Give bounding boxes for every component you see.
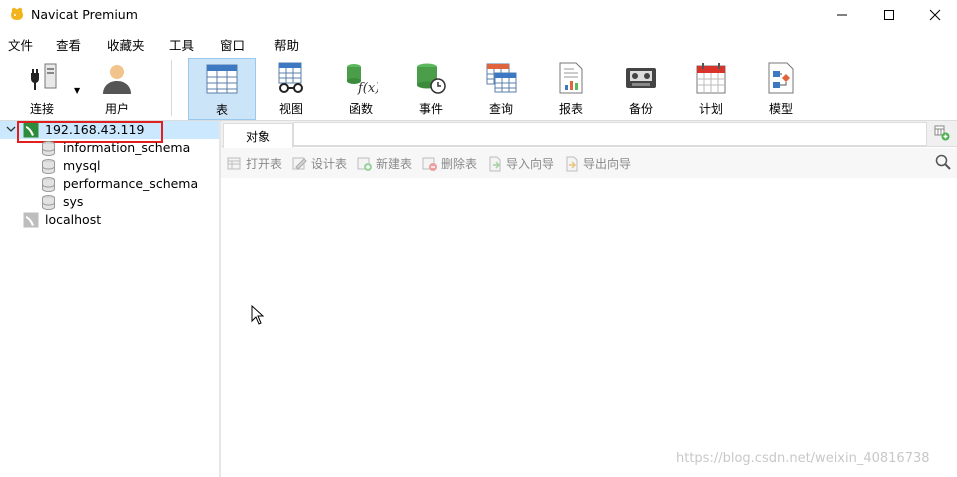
connect-label: 连接 xyxy=(29,102,54,116)
function-button[interactable]: f(x) 函数 xyxy=(328,58,394,120)
menu-window[interactable]: 窗口 xyxy=(220,35,245,54)
menu-bar: 文件 查看 收藏夹 工具 窗口 帮助 xyxy=(0,32,957,54)
delete-table-label: 删除表 xyxy=(441,157,478,171)
event-icon xyxy=(417,63,446,94)
event-label: 事件 xyxy=(418,102,443,116)
main-toolbar: 连接 ▼ 用户 表 视图 f(x 函数 事件 查询 报表 备份 计划 模型 xyxy=(0,56,957,120)
connection-label: localhost xyxy=(45,212,102,227)
connect-button[interactable]: 连接 xyxy=(9,58,75,120)
table-button[interactable]: 表 xyxy=(188,58,256,120)
tree-database-performance-schema[interactable]: performance_schema xyxy=(40,175,218,193)
calendar-icon xyxy=(696,63,726,94)
schedule-label: 计划 xyxy=(698,102,723,116)
user-icon xyxy=(103,65,131,94)
database-icon xyxy=(42,195,55,210)
close-button[interactable] xyxy=(912,0,957,30)
new-tab-icon[interactable] xyxy=(934,125,950,141)
import-icon xyxy=(489,156,501,171)
backup-label: 备份 xyxy=(628,102,653,116)
design-table-icon xyxy=(292,157,307,170)
toolbar-separator xyxy=(171,60,172,116)
report-icon xyxy=(559,62,583,94)
database-icon xyxy=(42,177,55,192)
design-table-label: 设计表 xyxy=(311,157,348,171)
design-table-button[interactable]: 设计表 xyxy=(292,155,347,172)
function-label: 函数 xyxy=(348,102,373,116)
tree-database-mysql[interactable]: mysql xyxy=(40,157,218,175)
navicat-window: Navicat Premium 文件 查看 收藏夹 工具 窗口 帮助 连接 ▼ … xyxy=(0,0,957,477)
backup-icon xyxy=(626,68,656,88)
menu-favorites[interactable]: 收藏夹 xyxy=(107,35,145,54)
object-panel: 对象 打开表 设计表 新建表 删除表 导入向导 导出向导 xyxy=(221,121,957,477)
query-icon xyxy=(486,63,517,93)
import-wizard-button[interactable]: 导入向导 xyxy=(487,155,554,172)
mouse-cursor-icon xyxy=(251,305,265,325)
view-button[interactable]: 视图 xyxy=(258,58,324,120)
tab-objects-label: 对象 xyxy=(245,129,270,144)
database-icon xyxy=(42,159,55,174)
view-icon xyxy=(278,62,303,93)
table-label: 表 xyxy=(215,103,228,117)
svg-text:f(x): f(x) xyxy=(357,81,378,95)
minimize-button[interactable] xyxy=(819,0,865,30)
model-button[interactable]: 模型 xyxy=(748,58,814,120)
delete-table-icon xyxy=(422,157,437,171)
event-button[interactable]: 事件 xyxy=(398,58,464,120)
tree-connection-localhost[interactable]: localhost xyxy=(0,211,219,229)
open-table-icon xyxy=(227,157,241,169)
view-label: 视图 xyxy=(278,102,303,116)
model-icon xyxy=(768,62,794,94)
minimize-icon xyxy=(837,14,847,16)
menu-view[interactable]: 查看 xyxy=(56,35,81,54)
menu-tools[interactable]: 工具 xyxy=(169,35,194,54)
function-icon: f(x) xyxy=(347,64,378,95)
menu-file[interactable]: 文件 xyxy=(8,35,33,54)
window-title: Navicat Premium xyxy=(31,7,138,22)
report-label: 报表 xyxy=(558,102,583,116)
tab-objects[interactable]: 对象 xyxy=(223,123,293,148)
mysql-connection-icon xyxy=(23,212,39,228)
database-label: performance_schema xyxy=(63,176,199,191)
object-actions-bar: 打开表 设计表 新建表 删除表 导入向导 导出向导 xyxy=(221,148,957,178)
query-button[interactable]: 查询 xyxy=(468,58,534,120)
new-table-label: 新建表 xyxy=(376,157,413,171)
new-table-icon xyxy=(357,157,372,171)
user-label: 用户 xyxy=(104,102,129,116)
open-table-label: 打开表 xyxy=(246,157,283,171)
connection-tree: 192.168.43.119 information_schema mysql xyxy=(0,121,219,477)
report-button[interactable]: 报表 xyxy=(538,58,604,120)
export-icon xyxy=(566,156,578,171)
backup-button[interactable]: 备份 xyxy=(608,58,674,120)
export-wizard-label: 导出向导 xyxy=(583,157,632,171)
close-icon xyxy=(929,9,941,21)
query-label: 查询 xyxy=(488,102,513,116)
model-label: 模型 xyxy=(768,102,793,116)
open-table-button[interactable]: 打开表 xyxy=(227,155,282,172)
watermark-text: https://blog.csdn.net/weixin_40816738 xyxy=(676,451,930,466)
connect-dropdown-icon[interactable]: ▼ xyxy=(74,86,80,95)
database-label: sys xyxy=(63,194,84,209)
database-icon xyxy=(42,141,55,156)
tree-database-sys[interactable]: sys xyxy=(40,193,218,211)
menu-help[interactable]: 帮助 xyxy=(274,35,299,54)
search-icon[interactable] xyxy=(935,154,951,170)
tree-database-information-schema[interactable]: information_schema xyxy=(40,139,218,157)
tab-strip: 对象 xyxy=(221,121,957,148)
title-bar: Navicat Premium xyxy=(0,0,957,30)
maximize-icon xyxy=(884,10,894,20)
database-label: information_schema xyxy=(63,140,191,155)
delete-table-button[interactable]: 删除表 xyxy=(422,155,477,172)
database-label: mysql xyxy=(63,158,101,173)
export-wizard-button[interactable]: 导出向导 xyxy=(564,155,631,172)
user-button[interactable]: 用户 xyxy=(84,58,150,120)
import-wizard-label: 导入向导 xyxy=(506,157,555,171)
chevron-down-icon[interactable] xyxy=(5,123,17,135)
table-icon xyxy=(206,64,238,94)
tab-area xyxy=(293,122,927,146)
maximize-button[interactable] xyxy=(866,0,912,30)
navicat-logo-icon xyxy=(11,7,23,20)
schedule-button[interactable]: 计划 xyxy=(678,58,744,120)
plug-icon xyxy=(31,63,57,90)
new-table-button[interactable]: 新建表 xyxy=(357,155,412,172)
